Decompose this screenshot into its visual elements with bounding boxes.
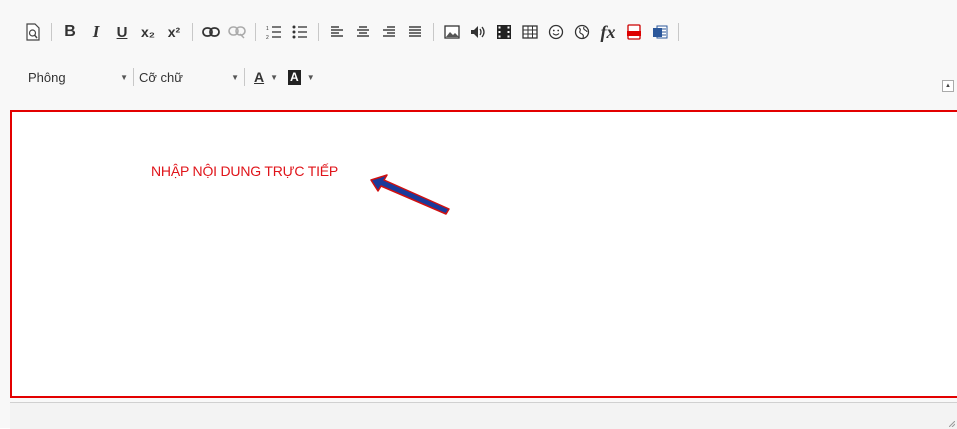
text-color-icon: A <box>254 69 265 85</box>
align-right-icon[interactable] <box>378 21 400 43</box>
chevron-down-icon: ▼ <box>120 72 128 82</box>
toolbar-separator <box>133 68 134 86</box>
table-icon[interactable] <box>519 21 541 43</box>
audio-icon[interactable] <box>467 21 489 43</box>
unlink-icon[interactable] <box>226 21 248 43</box>
toolbar-separator <box>255 23 256 41</box>
image-icon[interactable] <box>441 21 463 43</box>
underline-icon[interactable]: U <box>111 21 133 43</box>
formula-glyph: fx <box>600 21 616 42</box>
numbered-list-icon[interactable]: 12 <box>263 21 285 43</box>
toolbar-separator <box>51 23 52 41</box>
subscript-icon[interactable]: x₂ <box>137 21 159 43</box>
smiley-icon[interactable] <box>545 21 567 43</box>
superscript-glyph: x² <box>167 24 181 40</box>
text-color-button[interactable]: A ▼ <box>254 66 278 88</box>
pdf-icon[interactable] <box>623 21 645 43</box>
content-text: NHẬP NỘI DUNG TRỰC TIẾP <box>151 163 339 179</box>
collapse-toolbar-button[interactable]: ▲ <box>942 80 954 92</box>
status-bar <box>10 402 957 429</box>
svg-text:1: 1 <box>266 26 269 32</box>
superscript-icon[interactable]: x² <box>163 21 185 43</box>
background-color-button[interactable]: A ▼ <box>288 66 315 88</box>
font-family-dropdown[interactable]: Phông ▼ <box>28 66 128 88</box>
align-justify-icon[interactable] <box>404 21 426 43</box>
background-color-icon: A <box>288 69 301 85</box>
bold-glyph: B <box>64 23 76 40</box>
font-size-dropdown[interactable]: Cỡ chữ ▼ <box>139 66 239 88</box>
content-area[interactable]: NHẬP NỘI DUNG TRỰC TIẾP <box>10 110 957 398</box>
font-size-label: Cỡ chữ <box>139 69 183 85</box>
preview-icon[interactable] <box>22 21 44 43</box>
align-left-icon[interactable] <box>326 21 348 43</box>
font-family-label: Phông <box>28 69 66 85</box>
formula-icon[interactable]: fx <box>597 21 619 43</box>
word-icon[interactable] <box>649 21 671 43</box>
bulleted-list-icon[interactable] <box>289 21 311 43</box>
rich-text-editor: B I U x₂ x² 12 fx Phông ▼ Cỡ chữ ▼ A ▼ A… <box>0 0 957 429</box>
toolbar-separator <box>192 23 193 41</box>
link-icon[interactable] <box>200 21 222 43</box>
toolbar-separator <box>678 23 679 41</box>
bold-icon[interactable]: B <box>59 21 81 43</box>
video-icon[interactable] <box>493 21 515 43</box>
chevron-down-icon: ▼ <box>231 72 239 82</box>
resize-handle-icon[interactable] <box>949 421 955 427</box>
annotation-arrow-icon <box>370 174 450 215</box>
subscript-glyph: x₂ <box>140 24 155 40</box>
italic-icon[interactable]: I <box>85 21 107 43</box>
italic-glyph: I <box>92 22 100 41</box>
toolbar-formatting: B I U x₂ x² 12 fx <box>20 20 684 44</box>
toolbar-styles: Phông ▼ Cỡ chữ ▼ A ▼ A ▼ <box>28 64 315 90</box>
toolbar-separator <box>244 68 245 86</box>
globe-icon[interactable] <box>571 21 593 43</box>
chevron-down-icon: ▼ <box>306 72 315 82</box>
toolbar-separator <box>433 23 434 41</box>
svg-text:2: 2 <box>266 35 269 40</box>
toolbar-separator <box>318 23 319 41</box>
align-center-icon[interactable] <box>352 21 374 43</box>
underline-glyph: U <box>116 23 128 41</box>
chevron-down-icon: ▼ <box>270 72 279 82</box>
